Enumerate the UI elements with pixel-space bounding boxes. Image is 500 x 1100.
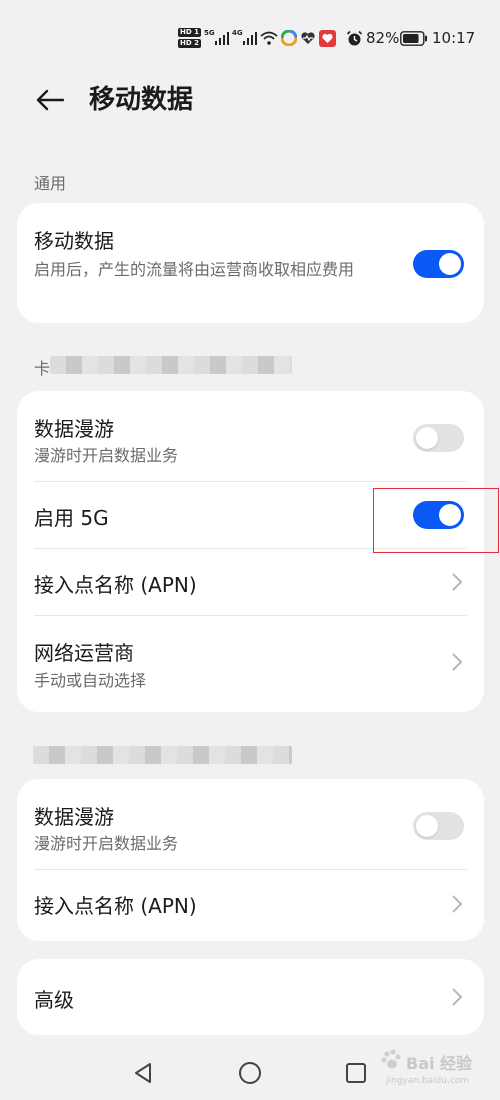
signal-2-label: 4G [232, 29, 243, 37]
data-roaming-subtitle: 漫游时开启数据业务 [34, 446, 179, 465]
mobile-data-row[interactable]: 移动数据 启用后，产生的流量将由运营商收取相应费用 [17, 203, 484, 323]
section-label-sim1: 卡 [34, 359, 51, 378]
watermark-text: Bai 经验 [406, 1054, 473, 1073]
battery-percent: 82% [366, 29, 400, 47]
triangle-back-icon [135, 1063, 151, 1083]
chevron-right-icon [452, 988, 463, 1006]
volte-badges: HD 1 HD 2 [178, 22, 201, 54]
general-card: 移动数据 启用后，产生的流量将由运营商收取相应费用 [17, 203, 484, 323]
toggle-knob [439, 253, 461, 275]
section-label-general: 通用 [34, 174, 67, 193]
sim1-data-roaming-row[interactable]: 数据漫游 漫游时开启数据业务 [17, 391, 484, 481]
mobile-data-title: 移动数据 [34, 229, 114, 253]
clock: 10:17 [432, 29, 476, 47]
data-roaming-subtitle: 漫游时开启数据业务 [34, 834, 179, 853]
network-operator-row[interactable]: 网络运营商 手动或自动选择 [17, 616, 484, 712]
sim1-data-roaming-toggle[interactable] [413, 424, 464, 452]
annotation-highlight-box [373, 488, 499, 553]
baidu-watermark: Bai 经验 jingyan.baidu.com [376, 1046, 498, 1092]
wifi-icon [260, 22, 278, 54]
signal-2: 4G [232, 22, 259, 54]
status-bar: HD 1 HD 2 5G 4G 82% 10:17 [0, 22, 500, 54]
redacted-sim2-name [33, 746, 292, 764]
signal-bars-icon [214, 32, 229, 45]
sim2-data-roaming-toggle[interactable] [413, 812, 464, 840]
circle-home-icon [239, 1062, 261, 1084]
back-button[interactable] [30, 80, 70, 120]
chevron-right-icon [452, 653, 463, 671]
sim2-apn-row[interactable]: 接入点名称 (APN) [17, 870, 484, 941]
network-operator-subtitle: 手动或自动选择 [34, 671, 147, 690]
signal-1-label: 5G [204, 29, 215, 37]
apn-title: 接入点名称 (APN) [34, 573, 197, 597]
network-operator-title: 网络运营商 [34, 641, 134, 665]
toggle-knob [416, 815, 438, 837]
mobile-data-subtitle: 启用后，产生的流量将由运营商收取相应费用 [34, 260, 355, 279]
nav-back-button[interactable] [128, 1058, 158, 1088]
chevron-right-icon [452, 573, 463, 591]
data-roaming-title: 数据漫游 [34, 805, 114, 829]
redacted-sim1-name [50, 356, 292, 374]
back-arrow-icon [36, 89, 65, 111]
sim2-data-roaming-row[interactable]: 数据漫游 漫游时开启数据业务 [17, 779, 484, 869]
advanced-card: 高级 [17, 959, 484, 1035]
hd-badge-2: HD 2 [178, 39, 201, 48]
sim1-apn-row[interactable]: 接入点名称 (APN) [17, 549, 484, 615]
page-title: 移动数据 [89, 85, 194, 115]
apn-title: 接入点名称 (APN) [34, 894, 197, 918]
signal-1: 5G [204, 22, 231, 54]
watermark-url: jingyan.baidu.com [386, 1076, 470, 1086]
chevron-right-icon [452, 895, 463, 913]
nav-home-button[interactable] [235, 1058, 265, 1088]
mobile-data-toggle[interactable] [413, 250, 464, 278]
nav-recents-button[interactable] [341, 1058, 371, 1088]
alarm-icon [346, 22, 363, 54]
battery-icon [400, 22, 428, 54]
paw-logo-icon [381, 1049, 401, 1069]
advanced-title: 高级 [34, 988, 74, 1012]
hd-badge-1: HD 1 [178, 28, 201, 37]
health-heart-icon [300, 22, 316, 54]
data-roaming-title: 数据漫游 [34, 417, 114, 441]
app-badge-icon [319, 22, 336, 54]
square-recents-icon [346, 1063, 366, 1083]
toggle-knob [416, 427, 438, 449]
signal-bars-icon [242, 32, 257, 45]
enable-5g-title: 启用 5G [34, 506, 109, 530]
app-notification-icon [281, 22, 297, 54]
advanced-row[interactable]: 高级 [17, 959, 484, 1035]
sim2-card: 数据漫游 漫游时开启数据业务 接入点名称 (APN) [17, 779, 484, 941]
